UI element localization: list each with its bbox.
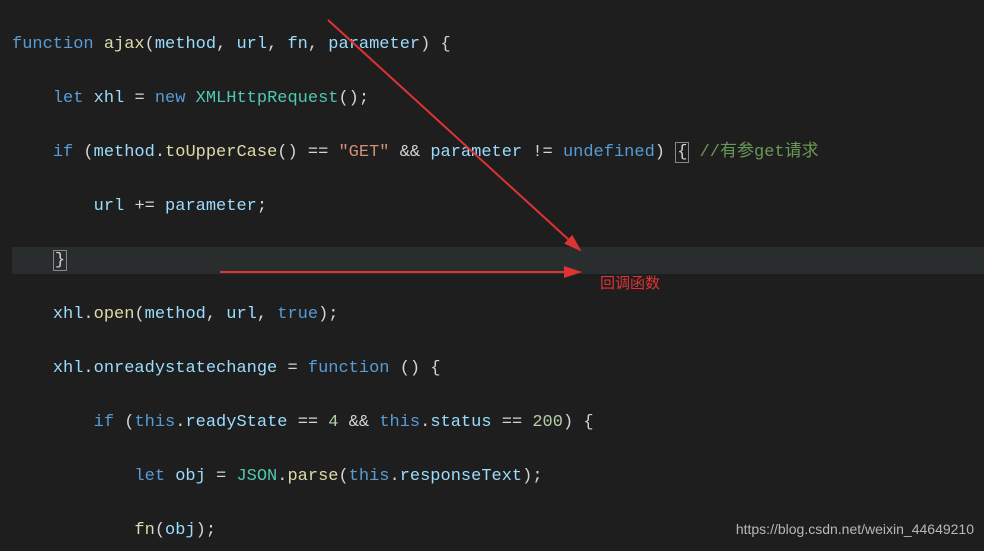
number: 4 — [328, 413, 338, 432]
var: parameter — [165, 197, 257, 216]
var: xhl — [53, 359, 84, 378]
number: 200 — [532, 413, 563, 432]
string: "GET" — [338, 143, 389, 162]
brace-highlight: } — [53, 250, 67, 271]
brace-highlight: { — [675, 142, 689, 163]
this: this — [349, 467, 390, 486]
param: parameter — [328, 35, 420, 54]
code-line: let xhl = new XMLHttpRequest(); — [12, 85, 984, 112]
keyword: new — [155, 89, 186, 108]
keyword: let — [134, 467, 165, 486]
var: method — [94, 143, 155, 162]
class: JSON — [236, 467, 277, 486]
code-line: xhl.open(method, url, true); — [12, 301, 984, 328]
annotation-label: 回调函数 — [600, 270, 660, 297]
prop: responseText — [400, 467, 522, 486]
code-line: if (method.toUpperCase() == "GET" && par… — [12, 139, 984, 166]
code-line: let obj = JSON.parse(this.responseText); — [12, 463, 984, 490]
arg: method — [145, 305, 206, 324]
undefined: undefined — [563, 143, 655, 162]
arg: obj — [165, 521, 196, 540]
var: url — [94, 197, 125, 216]
code-editor[interactable]: function ajax(method, url, fn, parameter… — [0, 0, 984, 551]
fn-name: ajax — [104, 35, 145, 54]
prop: readyState — [185, 413, 287, 432]
keyword: function — [308, 359, 390, 378]
keyword: function — [12, 35, 94, 54]
fn-call: fn — [134, 521, 154, 540]
this: this — [379, 413, 420, 432]
bool: true — [277, 305, 318, 324]
var: xhl — [53, 305, 84, 324]
method: parse — [287, 467, 338, 486]
keyword: let — [53, 89, 84, 108]
prop: onreadystatechange — [94, 359, 278, 378]
method: open — [94, 305, 135, 324]
param: fn — [287, 35, 307, 54]
keyword: if — [53, 143, 73, 162]
method: toUpperCase — [165, 143, 277, 162]
code-line: if (this.readyState == 4 && this.status … — [12, 409, 984, 436]
type: XMLHttpRequest — [196, 89, 339, 108]
code-line: xhl.onreadystatechange = function () { — [12, 355, 984, 382]
param: url — [236, 35, 267, 54]
comment: //有参get请求 — [700, 143, 819, 162]
var: xhl — [94, 89, 125, 108]
arg: url — [226, 305, 257, 324]
keyword: if — [94, 413, 114, 432]
prop: status — [430, 413, 491, 432]
var: obj — [175, 467, 206, 486]
code-line: function ajax(method, url, fn, parameter… — [12, 31, 984, 58]
this: this — [134, 413, 175, 432]
watermark: https://blog.csdn.net/weixin_44649210 — [736, 516, 974, 543]
var: parameter — [430, 143, 522, 162]
code-line: url += parameter; — [12, 193, 984, 220]
param: method — [155, 35, 216, 54]
code-line: } — [12, 247, 984, 274]
